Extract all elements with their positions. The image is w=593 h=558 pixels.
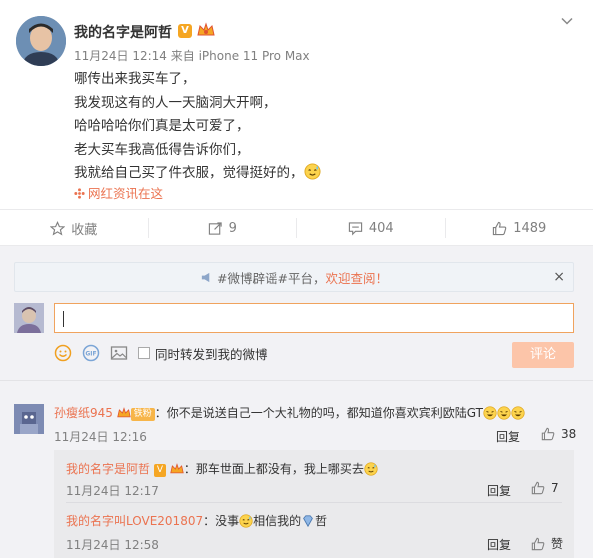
thumb-up-icon <box>541 427 555 441</box>
notice-link[interactable]: 欢迎查阅！ <box>325 268 388 287</box>
reply-like-count: 7 <box>551 481 559 495</box>
post-tag-link[interactable]: 网红资讯在这 <box>74 183 163 202</box>
comment-button[interactable]: 404 <box>297 218 446 238</box>
sync-repost-label: 同时转发到我的微博 <box>155 346 268 362</box>
laugh-cry-emoji-icon <box>511 406 525 420</box>
thumb-up-icon <box>493 221 507 235</box>
image-icon[interactable] <box>110 344 128 362</box>
post-line: 老大买车我高低得告诉你们， <box>74 141 250 158</box>
repost-icon <box>208 221 222 235</box>
author-avatar[interactable] <box>16 16 66 66</box>
reply-like-button[interactable]: 赞 <box>531 535 563 552</box>
close-icon[interactable]: × <box>553 269 565 285</box>
sweat-smile-emoji-icon <box>303 163 321 180</box>
chevron-down-icon[interactable] <box>560 14 574 28</box>
like-count: 1489 <box>513 220 547 236</box>
comment-icon <box>348 221 362 235</box>
tag-flower-icon <box>74 188 85 199</box>
thumb-up-icon <box>531 537 545 550</box>
current-user-avatar <box>14 303 44 333</box>
rumor-notice-banner: #微博辟谣#平台， 欢迎查阅！ × <box>14 262 574 292</box>
post-actions-bar: 收藏 9 404 1489 <box>0 210 593 246</box>
reply-author-name[interactable]: 我的名字是阿哲 <box>66 462 150 476</box>
submit-comment-button[interactable]: 评论 <box>512 342 574 368</box>
author-name[interactable]: 我的名字是阿哲 <box>74 22 172 42</box>
post-meta: 11月24日 12:14 来自 iPhone 11 Pro Max <box>74 49 310 63</box>
post-line: 我就给自己买了件衣服，觉得挺好的， <box>74 165 304 181</box>
sweat-smile-emoji-icon <box>364 462 378 476</box>
comment-like-button[interactable]: 38 <box>541 427 576 441</box>
comment-text-line: 孙瘦纸945 铁粉 ：你不是说送自己一个大礼物的吗，都知道你喜欢宾利欧陆GT <box>54 404 525 421</box>
comment-time: 11月24日 12:16 <box>54 430 147 444</box>
reply-author-name[interactable]: 我的名字叫LOVE201807 <box>66 514 203 528</box>
verified-badge: V <box>153 464 167 477</box>
reply-text: 哲 <box>315 514 328 528</box>
compose-toolbar: GIF 同时转发到我的微博 <box>54 343 268 363</box>
megaphone-icon <box>201 272 210 282</box>
gif-icon[interactable]: GIF <box>82 344 100 362</box>
laugh-cry-emoji-icon <box>497 406 511 420</box>
post-tag-label: 网红资讯在这 <box>88 186 164 201</box>
reply-button[interactable]: 回复 <box>496 428 520 445</box>
text-caret <box>63 311 64 327</box>
favorite-button[interactable]: 收藏 <box>0 218 149 238</box>
commenter-avatar[interactable] <box>14 404 44 434</box>
crown-icon <box>117 407 131 418</box>
post-line: 哈哈哈哈你们真是太可爱了， <box>74 118 250 134</box>
crown-icon <box>197 22 215 36</box>
comment-like-count: 38 <box>561 427 577 441</box>
sync-repost-checkbox[interactable] <box>138 347 150 359</box>
comment-area: #微博辟谣#平台，欢迎查阅！ × GIF 同时转发到我的微博 评论 孙瘦纸94 <box>0 246 593 558</box>
favorite-label: 收藏 <box>71 222 98 238</box>
comment-input[interactable] <box>54 303 574 333</box>
post-line: 我发现这有的人一天脑洞大开啊， <box>74 94 277 111</box>
notice-text[interactable]: #微博辟谣#平台， <box>217 268 325 287</box>
crown-icon <box>170 463 184 474</box>
reply-text-line: 我的名字是阿哲 V ：那车世面上都没有，我上哪买去 <box>66 460 378 477</box>
svg-text:GIF: GIF <box>85 351 96 358</box>
weibo-post: 我的名字是阿哲 V 11月24日 12:14 来自 iPhone 11 Pro … <box>0 0 593 210</box>
reply-like-label: 赞 <box>551 537 564 551</box>
commenter-name[interactable]: 孙瘦纸945 <box>54 406 113 420</box>
sweat-smile-emoji-icon <box>239 514 253 528</box>
diamond-icon <box>303 515 314 528</box>
reply-like-button[interactable]: 7 <box>531 481 559 495</box>
verified-badge: V <box>178 24 192 38</box>
replies-container: 我的名字是阿哲 V ：那车世面上都没有，我上哪买去 11月24日 12:17 回… <box>54 450 574 558</box>
comment-text: ：你不是说送自己一个大礼物的吗，都知道你喜欢宾利欧陆GT <box>154 406 483 420</box>
reply-time: 11月24日 12:58 <box>66 538 159 552</box>
like-button[interactable]: 1489 <box>446 218 593 238</box>
post-content: 哪传出来我买车了， 我发现这有的人一天脑洞大开啊， 哈哈哈哈你们真是太可爱了， … <box>74 68 321 186</box>
laugh-cry-emoji-icon <box>483 406 497 420</box>
smiley-icon[interactable] <box>54 344 72 362</box>
thumb-up-icon <box>531 481 545 495</box>
star-icon <box>50 220 66 235</box>
reply-text-line: 我的名字叫LOVE201807：没事 相信我的哲 <box>66 512 327 529</box>
divider <box>66 502 562 503</box>
comment-count: 404 <box>368 220 394 236</box>
reply-time: 11月24日 12:17 <box>66 484 159 498</box>
reply-text: ：没事 <box>203 514 240 528</box>
reply-button[interactable]: 回复 <box>487 482 511 499</box>
post-line-last: 我就给自己买了件衣服，觉得挺好的， <box>74 162 321 186</box>
reply-text: ：那车世面上都没有，我上哪买去 <box>183 462 364 476</box>
fan-badge: 铁粉 <box>130 408 155 421</box>
repost-button[interactable]: 9 <box>149 218 297 238</box>
reply-button[interactable]: 回复 <box>487 536 511 553</box>
post-line: 哪传出来我买车了， <box>74 71 196 87</box>
reply-text: 相信我的 <box>253 514 302 528</box>
divider <box>0 380 593 381</box>
repost-count: 9 <box>228 220 237 236</box>
